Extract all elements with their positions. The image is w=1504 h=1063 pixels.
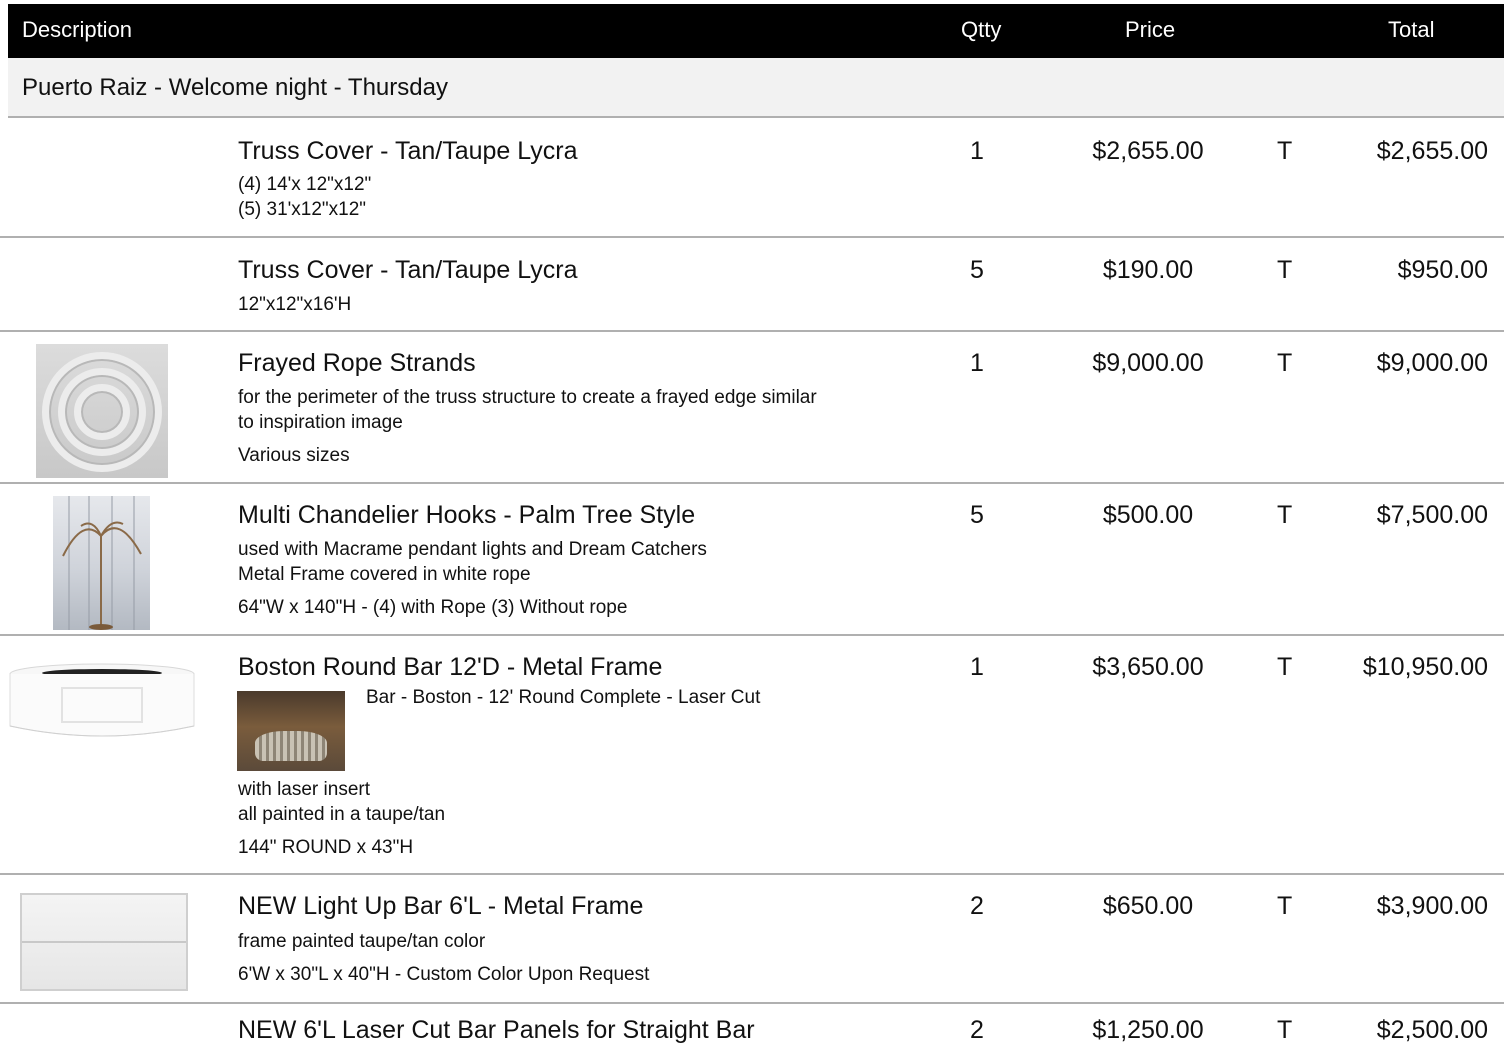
item-tax-code: T (1277, 349, 1293, 377)
item-tax-code: T (1277, 501, 1293, 529)
round-bar-image (8, 662, 196, 744)
item-qty: 5 (970, 501, 984, 529)
item-qty: 2 (970, 1016, 984, 1044)
item-detail-line: 144" ROUND x 43"H (238, 837, 414, 858)
header-price: Price (1125, 17, 1176, 42)
item-detail-line: 6'W x 30"L x 40"H - Custom Color Upon Re… (238, 964, 650, 985)
bar-photo-image (237, 691, 345, 771)
item-tax-code: T (1277, 892, 1293, 920)
item-name: NEW 6'L Laser Cut Bar Panels for Straigh… (238, 1016, 755, 1044)
item-total: $10,950.00 (1362, 653, 1488, 681)
item-total: $3,900.00 (1376, 892, 1488, 920)
item-detail-line: with laser insert (238, 779, 370, 800)
item-detail-line: Various sizes (238, 445, 350, 466)
item-name: Multi Chandelier Hooks - Palm Tree Style (238, 501, 696, 529)
item-price: $650.00 (1102, 892, 1194, 920)
item-tax-code: T (1277, 256, 1293, 284)
item-qty: 1 (970, 137, 984, 165)
line-item-row: NEW 6'L Laser Cut Bar Panels for Straigh… (0, 1004, 1504, 1063)
item-total: $7,500.00 (1376, 501, 1488, 529)
item-detail-line: frame painted taupe/tan color (238, 931, 486, 952)
item-detail-line: 64"W x 140"H - (4) with Rope (3) Without… (238, 597, 628, 618)
item-detail-line: Metal Frame covered in white rope (238, 564, 531, 585)
line-item-row: Truss Cover - Tan/Taupe Lycra 5 $190.00 … (0, 239, 1504, 332)
item-price: $500.00 (1102, 501, 1194, 529)
item-price: $2,655.00 (1092, 137, 1204, 165)
line-item-row: Boston Round Bar 12'D - Metal Frame 1 $3… (0, 636, 1504, 875)
item-name: Boston Round Bar 12'D - Metal Frame (238, 653, 663, 681)
item-price: $3,650.00 (1092, 653, 1204, 681)
line-item-row: Truss Cover - Tan/Taupe Lycra 1 $2,655.0… (0, 120, 1504, 238)
item-image-caption: Bar - Boston - 12' Round Complete - Lase… (366, 687, 761, 708)
item-price: $9,000.00 (1092, 349, 1204, 377)
item-tax-code: T (1277, 1016, 1293, 1044)
item-detail-line: (4) 14'x 12"x12" (238, 174, 372, 195)
table-header: Description Qtty Price Total (8, 4, 1504, 58)
item-total: $950.00 (1397, 256, 1488, 284)
item-name: Frayed Rope Strands (238, 349, 476, 377)
line-item-row: NEW Light Up Bar 6'L - Metal Frame 2 $65… (0, 875, 1504, 1004)
rope-coil-image (36, 344, 168, 478)
item-tax-code: T (1277, 653, 1293, 681)
item-total: $2,500.00 (1376, 1016, 1488, 1044)
item-qty: 2 (970, 892, 984, 920)
line-item-row: Multi Chandelier Hooks - Palm Tree Style… (0, 484, 1504, 636)
item-detail-line: used with Macrame pendant lights and Dre… (238, 539, 707, 560)
section-heading: Puerto Raiz - Welcome night - Thursday (8, 58, 1504, 118)
header-total: Total (1388, 17, 1435, 42)
item-price: $1,250.00 (1092, 1016, 1204, 1044)
header-description: Description (22, 17, 133, 42)
header-qty: Qtty (961, 17, 1002, 42)
item-detail-line: for the perimeter of the truss structure… (238, 387, 817, 408)
item-detail-line: 12"x12"x16'H (238, 294, 352, 315)
item-name: NEW Light Up Bar 6'L - Metal Frame (238, 892, 644, 920)
item-total: $2,655.00 (1376, 137, 1488, 165)
item-name: Truss Cover - Tan/Taupe Lycra (238, 256, 578, 284)
item-tax-code: T (1277, 137, 1293, 165)
line-item-row: Frayed Rope Strands 1 $9,000.00 T $9,000… (0, 332, 1504, 484)
item-qty: 5 (970, 256, 984, 284)
light-up-bar-image (20, 893, 188, 991)
section-title: Puerto Raiz - Welcome night - Thursday (22, 74, 448, 101)
palm-tree-hook-image (53, 496, 150, 630)
item-qty: 1 (970, 349, 984, 377)
item-detail-line: all painted in a taupe/tan (238, 804, 446, 825)
item-name: Truss Cover - Tan/Taupe Lycra (238, 137, 578, 165)
item-detail-line: (5) 31'x12"x12" (238, 199, 367, 220)
item-price: $190.00 (1102, 256, 1194, 284)
item-total: $9,000.00 (1376, 349, 1488, 377)
item-detail-line: to inspiration image (238, 412, 403, 433)
item-qty: 1 (970, 653, 984, 681)
